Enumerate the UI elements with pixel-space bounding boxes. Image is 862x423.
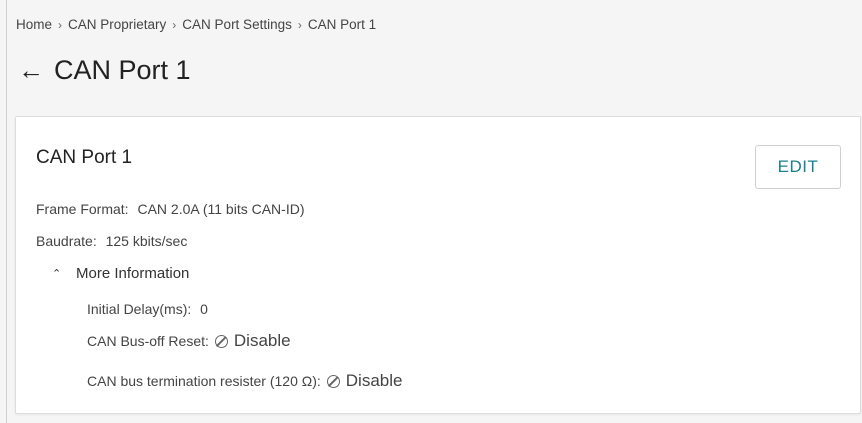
breadcrumb-current: CAN Port 1	[307, 17, 377, 32]
bus-off-reset-value: Disable	[233, 331, 291, 350]
frame-format-label: Frame Format:	[36, 201, 129, 217]
arrow-left-icon[interactable]: ←	[18, 57, 54, 83]
bus-off-reset-status: Disable	[209, 331, 291, 351]
initial-delay-label: Initial Delay(ms):	[87, 301, 192, 317]
frame-format-row: Frame Format: CAN 2.0A (11 bits CAN-ID)	[36, 201, 304, 217]
termination-label: CAN bus termination resister (120 Ω):	[87, 373, 321, 389]
breadcrumb-can-port-settings[interactable]: CAN Port Settings	[182, 17, 292, 32]
frame-format-value: CAN 2.0A (11 bits CAN-ID)	[137, 201, 305, 217]
breadcrumb-home[interactable]: Home	[16, 17, 52, 32]
termination-value: Disable	[345, 371, 403, 390]
settings-card: CAN Port 1 EDIT Frame Format: CAN 2.0A (…	[15, 116, 861, 414]
initial-delay-row: Initial Delay(ms): 0	[87, 301, 208, 317]
edit-button[interactable]: EDIT	[755, 145, 841, 189]
initial-delay-value: 0	[200, 301, 208, 317]
chevron-up-icon: ⌃	[52, 268, 62, 280]
bus-off-reset-row: CAN Bus-off Reset: Disable	[87, 331, 291, 351]
bus-off-reset-label: CAN Bus-off Reset:	[87, 333, 209, 349]
card-title: CAN Port 1	[36, 147, 133, 168]
baudrate-label: Baudrate:	[36, 233, 97, 249]
baudrate-value: 125 kbits/sec	[105, 233, 188, 249]
termination-status: Disable	[321, 371, 403, 391]
page-header: ← CAN Port 1	[18, 50, 191, 90]
more-information-toggle[interactable]: ⌃ More Information	[52, 265, 189, 282]
termination-row: CAN bus termination resister (120 Ω): Di…	[87, 371, 402, 391]
breadcrumb-separator: ›	[58, 18, 63, 32]
more-information-label: More Information	[76, 265, 190, 282]
baudrate-row: Baudrate: 125 kbits/sec	[36, 233, 187, 249]
page-container: Home › CAN Proprietary › CAN Port Settings › C…	[6, 0, 862, 423]
disabled-icon	[214, 334, 228, 348]
breadcrumb-can-proprietary[interactable]: CAN Proprietary	[68, 17, 166, 32]
breadcrumb-separator: ›	[297, 18, 302, 32]
disabled-icon	[326, 374, 340, 388]
breadcrumb-separator: ›	[172, 18, 177, 32]
breadcrumb: Home › CAN Proprietary › CAN Port Settings › C…	[16, 17, 376, 32]
page-title: CAN Port 1	[54, 54, 191, 85]
